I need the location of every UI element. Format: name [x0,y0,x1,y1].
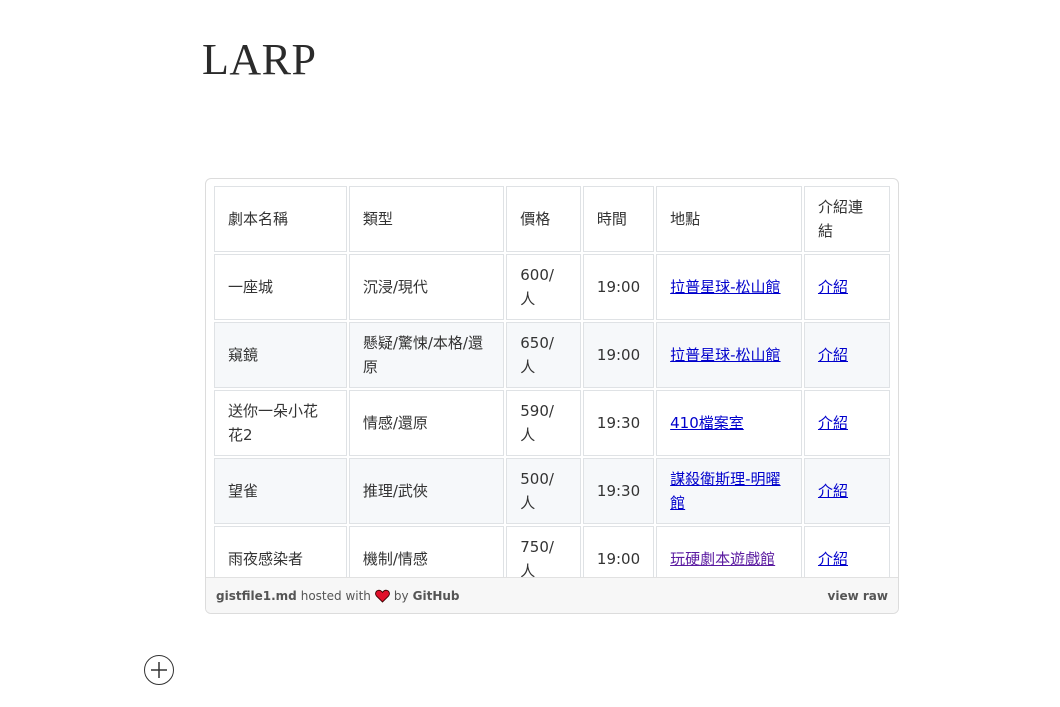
venue-link[interactable]: 拉普星球-松山館 [670,346,780,364]
cell-name: 送你一朵小花花2 [214,390,347,456]
column-header-venue: 地點 [656,186,802,252]
table-header-row: 劇本名稱 類型 價格 時間 地點 介紹連結 [214,186,890,252]
intro-link[interactable]: 介紹 [818,550,848,568]
github-link[interactable]: GitHub [413,589,460,603]
cell-venue: 謀殺衛斯理-明曜館 [656,458,802,524]
cell-time: 19:00 [582,254,655,320]
cell-time: 19:30 [582,390,655,456]
cell-price: 500/人 [506,458,581,524]
cell-genre: 情感/還原 [348,390,505,456]
add-button[interactable] [144,655,174,685]
gist-meta-info: gistfile1.md hosted with by GitHub [216,589,460,603]
plus-circle-icon [151,662,167,678]
intro-link[interactable]: 介紹 [818,278,848,296]
cell-venue: 拉普星球-松山館 [656,322,802,388]
table-row: 望雀 推理/武俠 500/人 19:30 謀殺衛斯理-明曜館 介紹 [214,458,890,524]
gist-embed: 劇本名稱 類型 價格 時間 地點 介紹連結 一座城 沉浸/現代 600/人 19… [205,178,899,614]
cell-name: 窺鏡 [214,322,347,388]
cell-time: 19:30 [582,458,655,524]
cell-name: 一座城 [214,254,347,320]
table-row: 送你一朵小花花2 情感/還原 590/人 19:30 410檔案室 介紹 [214,390,890,456]
venue-link[interactable]: 玩硬劇本遊戲館 [670,550,775,568]
by-text: by [393,588,409,603]
intro-link[interactable]: 介紹 [818,414,848,432]
cell-price: 600/人 [506,254,581,320]
cell-price: 590/人 [506,390,581,456]
intro-link[interactable]: 介紹 [818,346,848,364]
gist-meta-bar: gistfile1.md hosted with by GitHub view … [206,577,898,613]
venue-link[interactable]: 拉普星球-松山館 [670,278,780,296]
heart-icon [375,589,390,603]
gist-filename-link[interactable]: gistfile1.md [216,589,297,603]
view-raw-link[interactable]: view raw [828,589,888,603]
intro-link[interactable]: 介紹 [818,482,848,500]
column-header-genre: 類型 [348,186,505,252]
column-header-name: 劇本名稱 [214,186,347,252]
cell-venue: 410檔案室 [656,390,802,456]
table-row: 一座城 沉浸/現代 600/人 19:00 拉普星球-松山館 介紹 [214,254,890,320]
page-title: LARP [202,35,317,84]
cell-link: 介紹 [803,458,890,524]
gist-file-content: 劇本名稱 類型 價格 時間 地點 介紹連結 一座城 沉浸/現代 600/人 19… [206,179,898,592]
cell-link: 介紹 [803,390,890,456]
larp-table: 劇本名稱 類型 價格 時間 地點 介紹連結 一座城 沉浸/現代 600/人 19… [212,184,892,594]
cell-link: 介紹 [803,254,890,320]
column-header-link: 介紹連結 [803,186,890,252]
cell-name: 望雀 [214,458,347,524]
cell-time: 19:00 [582,322,655,388]
cell-link: 介紹 [803,322,890,388]
cell-price: 650/人 [506,322,581,388]
venue-link[interactable]: 410檔案室 [670,414,744,432]
venue-link[interactable]: 謀殺衛斯理-明曜館 [670,470,780,512]
cell-venue: 拉普星球-松山館 [656,254,802,320]
column-header-time: 時間 [582,186,655,252]
hosted-with-text: hosted with [300,588,371,603]
column-header-price: 價格 [506,186,581,252]
cell-genre: 推理/武俠 [348,458,505,524]
cell-genre: 懸疑/驚悚/本格/還原 [348,322,505,388]
cell-genre: 沉浸/現代 [348,254,505,320]
table-row: 窺鏡 懸疑/驚悚/本格/還原 650/人 19:00 拉普星球-松山館 介紹 [214,322,890,388]
